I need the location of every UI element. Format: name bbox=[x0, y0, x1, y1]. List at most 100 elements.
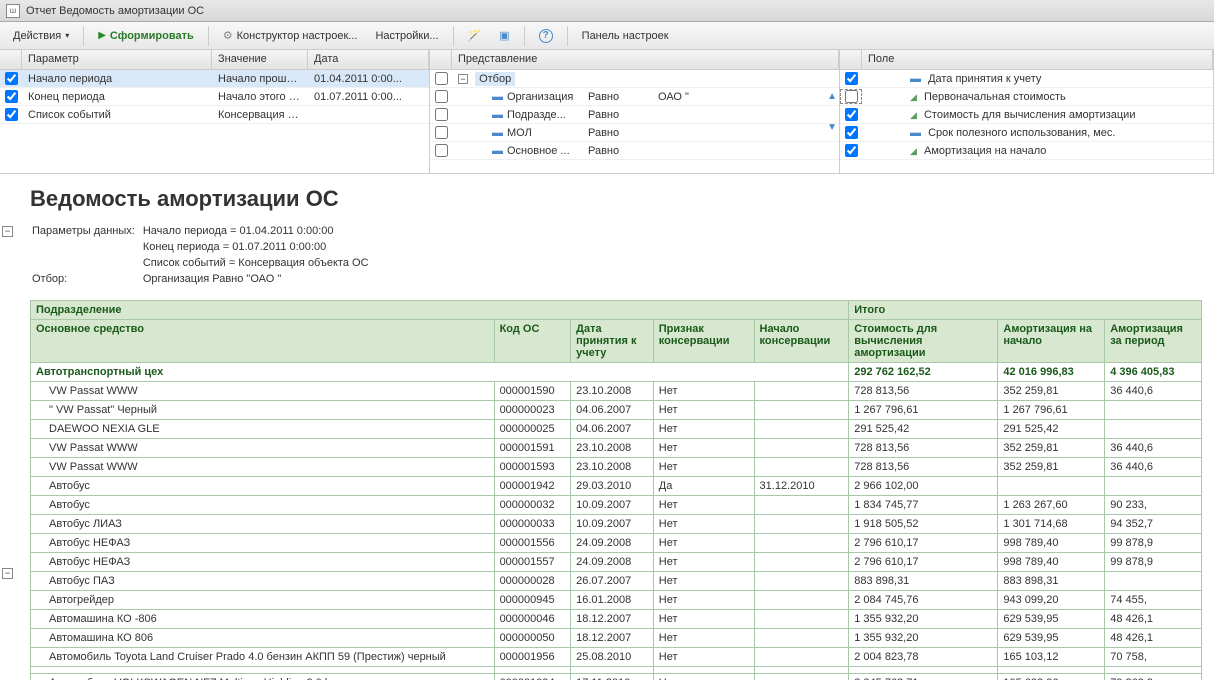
cell-amper: 79 262,2 bbox=[1105, 674, 1202, 680]
cell-cost: 883 898,31 bbox=[849, 572, 998, 591]
cell-date: 16.01.2008 bbox=[571, 591, 654, 610]
param-checkbox[interactable] bbox=[5, 90, 18, 103]
field-checkbox[interactable] bbox=[845, 126, 858, 139]
param-checkbox[interactable] bbox=[5, 108, 18, 121]
panel-button[interactable]: Панель настроек bbox=[575, 27, 676, 45]
cell-cost: 728 813,56 bbox=[849, 458, 998, 477]
filter-checkbox[interactable] bbox=[435, 108, 448, 121]
cell-name: Автобус НЕФАЗ bbox=[31, 553, 495, 572]
cell-amstart: 352 259,81 bbox=[998, 458, 1105, 477]
scroll-up-icon[interactable]: ▲ bbox=[827, 91, 837, 102]
filter-field: Основное ... bbox=[507, 145, 570, 157]
field-checkbox[interactable] bbox=[845, 108, 858, 121]
scroll-down-icon[interactable]: ▼ bbox=[827, 122, 837, 133]
table-row[interactable]: Автобус 000001942 29.03.2010 Да 31.12.20… bbox=[31, 477, 1202, 496]
cell-flag: Нет bbox=[653, 674, 754, 680]
table-row[interactable]: Автобус НЕФАЗ 000001557 24.09.2008 Нет 2… bbox=[31, 553, 1202, 572]
cell-code: 000000023 bbox=[494, 401, 571, 420]
collapse-icon[interactable]: − bbox=[458, 74, 468, 84]
cell-date bbox=[571, 667, 654, 674]
filter-line: Организация Равно "ОАО " bbox=[143, 272, 375, 286]
cell-start: 31.12.2010 bbox=[754, 477, 849, 496]
toolbar: Действия▾ ▶ Сформировать ⚙ Конструктор н… bbox=[0, 22, 1214, 50]
field-checkbox[interactable] bbox=[845, 90, 858, 103]
table-row[interactable]: Автомашина КО 806 000000050 18.12.2007 Н… bbox=[31, 629, 1202, 648]
table-row[interactable]: Автомобиль VOLKSWAGEN NFZ Multivan Highl… bbox=[31, 674, 1202, 680]
cell-amper: 48 426,1 bbox=[1105, 629, 1202, 648]
cell-date: 17.11.2010 bbox=[571, 674, 654, 680]
cell-start bbox=[754, 667, 849, 674]
filter-row[interactable]: ▬Организация Равно ОАО " bbox=[430, 88, 839, 106]
param-name: Список событий bbox=[22, 108, 212, 122]
cell-cost: 728 813,56 bbox=[849, 382, 998, 401]
cell-code: 000001557 bbox=[494, 553, 571, 572]
filter-root[interactable]: − Отбор bbox=[430, 70, 839, 88]
table-row[interactable]: Автобус НЕФАЗ 000001556 24.09.2008 Нет 2… bbox=[31, 534, 1202, 553]
actions-menu[interactable]: Действия▾ bbox=[6, 27, 76, 45]
cell-start bbox=[754, 439, 849, 458]
field-checkbox[interactable] bbox=[845, 144, 858, 157]
table-row[interactable]: VW Passat WWW 000001590 23.10.2008 Нет 7… bbox=[31, 382, 1202, 401]
table-row[interactable]: Автобус 000000032 10.09.2007 Нет 1 834 7… bbox=[31, 496, 1202, 515]
hdr-dept: Подразделение bbox=[31, 301, 849, 320]
filter-checkbox[interactable] bbox=[435, 144, 448, 157]
collapse-group-icon[interactable]: − bbox=[2, 568, 13, 579]
form-button[interactable]: ▶ Сформировать bbox=[91, 27, 201, 45]
filter-row[interactable]: ▬Основное ... Равно bbox=[430, 142, 839, 160]
data-table: Подразделение Итого Основное средство Ко… bbox=[30, 300, 1202, 680]
field-row[interactable]: ▬ Срок полезного использования, мес. bbox=[840, 124, 1213, 142]
save-icon: ▣ bbox=[499, 29, 509, 42]
filter-checkbox[interactable] bbox=[435, 126, 448, 139]
hdr-code: Код ОС bbox=[494, 320, 571, 363]
cell-amstart: 291 525,42 bbox=[998, 420, 1105, 439]
table-row[interactable]: Автобус ПАЗ 000000028 26.07.2007 Нет 883… bbox=[31, 572, 1202, 591]
table-row[interactable]: Автомобиль Toyota Land Cruiser Prado 4.0… bbox=[31, 648, 1202, 667]
field-row[interactable]: ◢ Амортизация на начало bbox=[840, 142, 1213, 160]
field-checkbox[interactable] bbox=[845, 72, 858, 85]
wizard-icon-button[interactable]: 🪄 bbox=[461, 26, 489, 45]
cell-start bbox=[754, 591, 849, 610]
field-row[interactable]: ◢ Стоимость для вычисления амортизации bbox=[840, 106, 1213, 124]
param-row[interactable]: Начало периода Начало прошло... 01.04.20… bbox=[0, 70, 429, 88]
leaf-icon: ◢ bbox=[910, 92, 917, 102]
cell-flag: Нет bbox=[653, 458, 754, 477]
param-row[interactable]: Список событий Консервация объекта ОС bbox=[0, 106, 429, 124]
cell-amstart: 165 103,12 bbox=[998, 648, 1105, 667]
field-label: Дата принятия к учету bbox=[928, 73, 1041, 85]
cell-flag: Да bbox=[653, 477, 754, 496]
table-row[interactable]: Автомашина КО -806 000000046 18.12.2007 … bbox=[31, 610, 1202, 629]
report-area: − Ведомость амортизации ОС Параметры дан… bbox=[0, 174, 1214, 680]
save-icon-button[interactable]: ▣ bbox=[492, 26, 516, 45]
table-row[interactable]: " VW Passat" Черный 000000023 04.06.2007… bbox=[31, 401, 1202, 420]
table-row[interactable]: VW Passat WWW 000001591 23.10.2008 Нет 7… bbox=[31, 439, 1202, 458]
table-row[interactable]: DAEWOO NEXIA GLE 000000025 04.06.2007 Не… bbox=[31, 420, 1202, 439]
table-row[interactable] bbox=[31, 667, 1202, 674]
cell-date: 04.06.2007 bbox=[571, 401, 654, 420]
filter-row[interactable]: ▬МОЛ Равно bbox=[430, 124, 839, 142]
filter-label: Отбор: bbox=[32, 272, 141, 286]
cell-amstart: 352 259,81 bbox=[998, 382, 1105, 401]
cell-amstart: 105 682,96 bbox=[998, 674, 1105, 680]
group-row[interactable]: Автотранспортный цех 292 762 162,52 42 0… bbox=[31, 363, 1202, 382]
table-row[interactable]: VW Passat WWW 000001593 23.10.2008 Нет 7… bbox=[31, 458, 1202, 477]
help-button[interactable]: ? bbox=[532, 26, 560, 46]
param-row[interactable]: Конец периода Начало этого к... 01.07.20… bbox=[0, 88, 429, 106]
cell-name bbox=[31, 667, 495, 674]
settings-button[interactable]: Настройки... bbox=[368, 27, 445, 45]
filter-checkbox[interactable] bbox=[435, 90, 448, 103]
filter-val bbox=[652, 114, 839, 116]
cell-amstart bbox=[998, 477, 1105, 496]
field-row[interactable]: ▬ Дата принятия к учету bbox=[840, 70, 1213, 88]
report-params: Параметры данных: Начало периода = 01.04… bbox=[30, 222, 377, 288]
cell-code: 000000032 bbox=[494, 496, 571, 515]
field-row[interactable]: ◢ Первоначальная стоимость bbox=[840, 88, 1213, 106]
table-row[interactable]: Автогрейдер 000000945 16.01.2008 Нет 2 0… bbox=[31, 591, 1202, 610]
cell-amstart: 352 259,81 bbox=[998, 439, 1105, 458]
collapse-report-icon[interactable]: − bbox=[2, 226, 13, 237]
filter-row[interactable]: ▬Подразде... Равно bbox=[430, 106, 839, 124]
param-checkbox[interactable] bbox=[5, 72, 18, 85]
table-row[interactable]: Автобус ЛИАЗ 000000033 10.09.2007 Нет 1 … bbox=[31, 515, 1202, 534]
filter-cond: Равно bbox=[582, 90, 652, 104]
constructor-button[interactable]: ⚙ Конструктор настроек... bbox=[216, 26, 365, 45]
cell-start bbox=[754, 382, 849, 401]
